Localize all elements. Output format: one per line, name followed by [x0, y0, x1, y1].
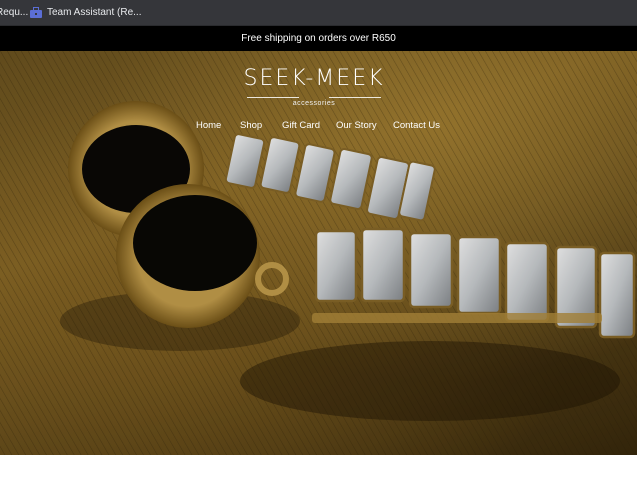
- announcement-bar: Free shipping on orders over R650: [0, 26, 637, 51]
- hero-overlay: [0, 51, 637, 455]
- page-content-start: [0, 455, 637, 477]
- hero-banner: SEEK-MEEK accessories Home Shop Gift Car…: [0, 51, 637, 455]
- divider: [247, 97, 299, 98]
- bookmark-item[interactable]: Requ...: [0, 0, 28, 26]
- bookmark-team-assistant[interactable]: Team Assistant (Re...: [30, 0, 141, 26]
- announcement-text: Free shipping on orders over R650: [241, 33, 396, 44]
- brand-tagline-row: accessories: [239, 92, 389, 107]
- nav-home[interactable]: Home: [196, 120, 221, 131]
- nav-our-story[interactable]: Our Story: [336, 120, 377, 131]
- brand-tagline: accessories: [292, 100, 336, 107]
- brand-logo[interactable]: SEEK-MEEK accessories: [239, 66, 389, 108]
- main-nav: Home Shop Gift Card Our Story Contact Us: [0, 120, 637, 138]
- nav-gift-card[interactable]: Gift Card: [282, 120, 320, 131]
- brand-name: SEEK-MEEK: [243, 66, 385, 91]
- bookmark-label: Team Assistant (Re...: [47, 7, 142, 18]
- briefcase-icon: [30, 6, 42, 19]
- nav-shop[interactable]: Shop: [240, 120, 262, 131]
- divider: [329, 97, 381, 98]
- nav-contact-us[interactable]: Contact Us: [393, 120, 440, 131]
- bookmarks-bar: Requ... Team Assistant (Re...: [0, 0, 637, 26]
- bookmark-label: Requ...: [0, 7, 29, 18]
